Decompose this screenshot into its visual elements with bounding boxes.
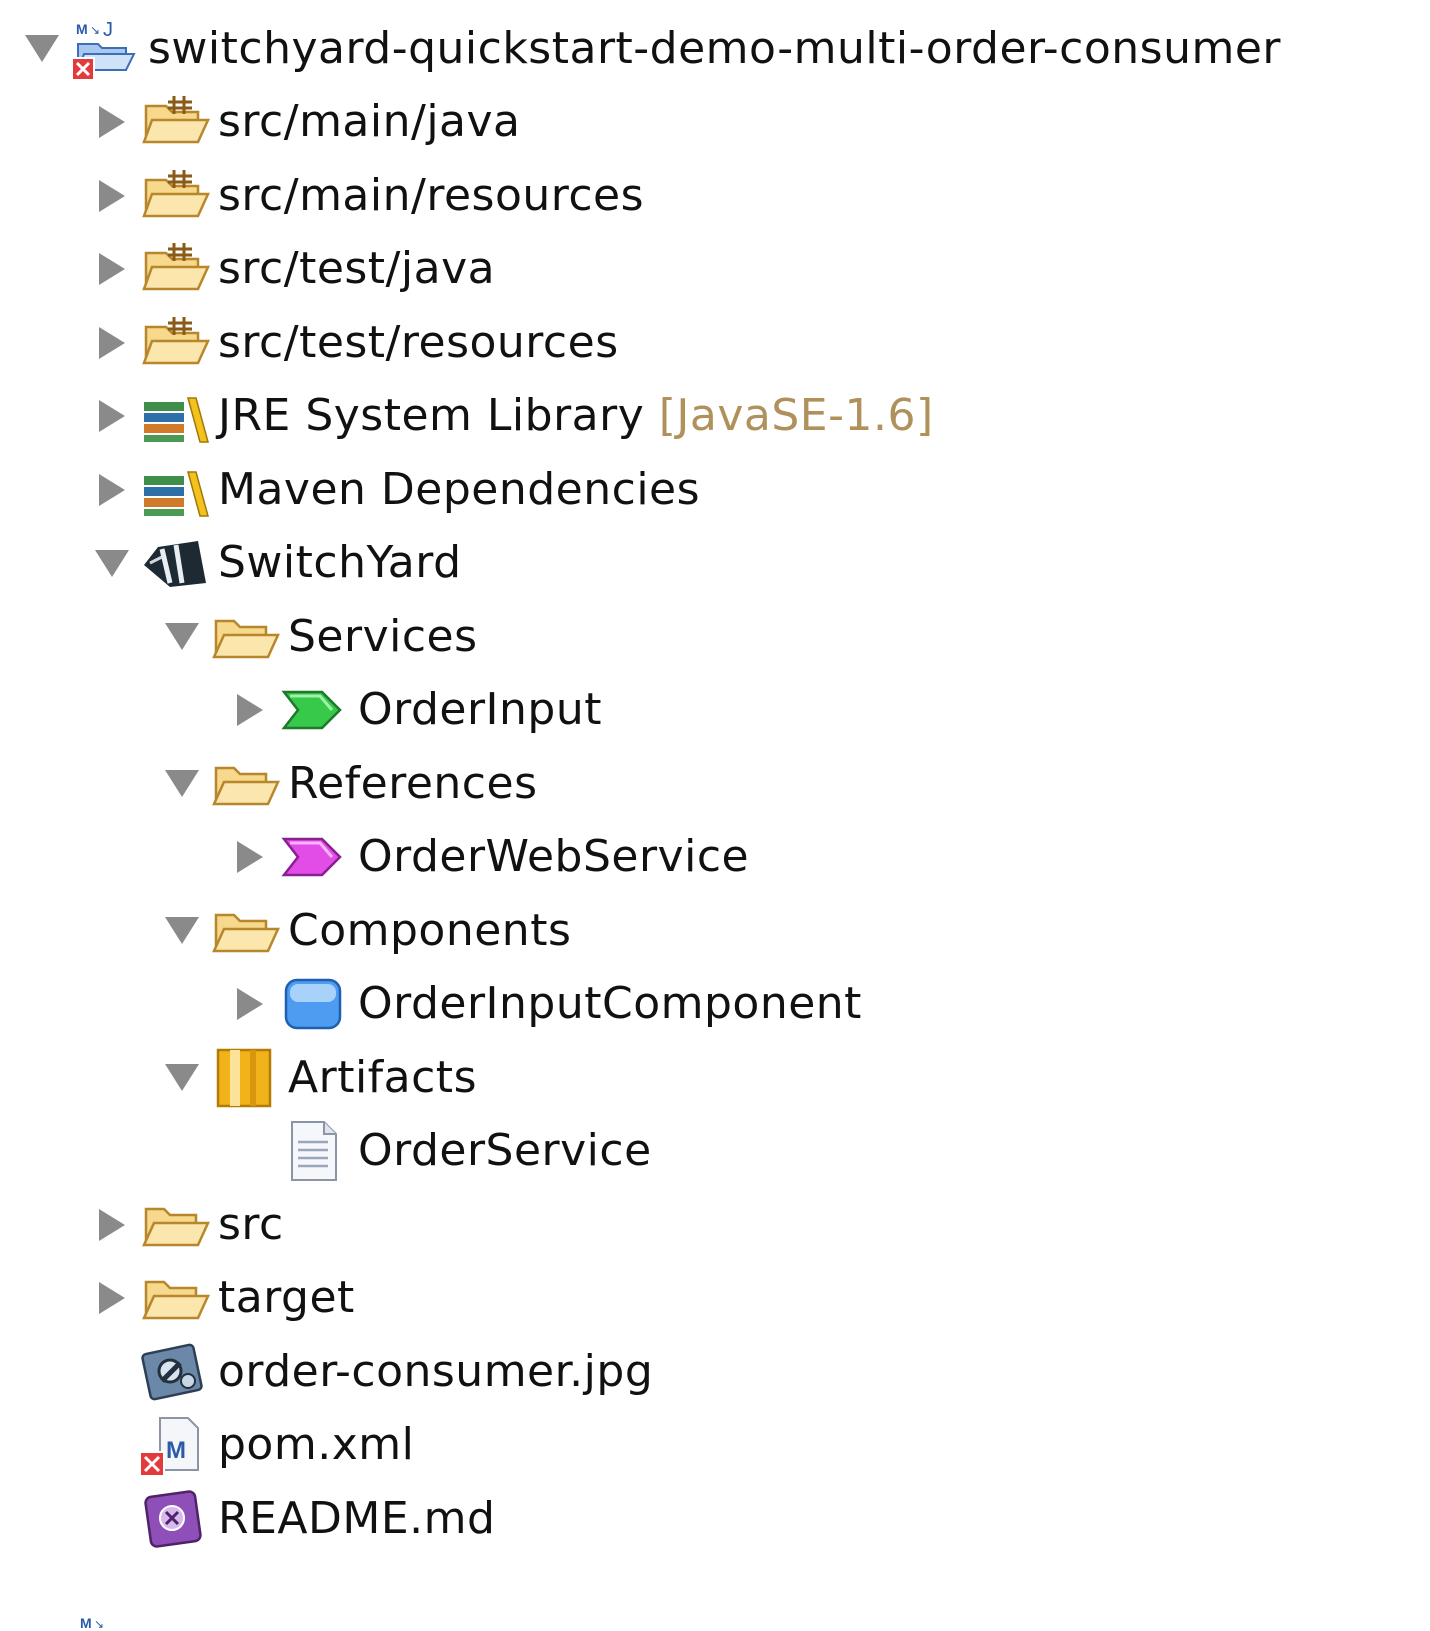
tree-item-label: pom.xml	[218, 1419, 415, 1471]
tree-row-orderinputcomponent[interactable]: OrderInputComponent	[0, 968, 1430, 1042]
tree-row-orderinput[interactable]: OrderInput	[0, 674, 1430, 748]
svg-text:M: M	[80, 1615, 92, 1631]
tree-item-label: OrderWebService	[358, 831, 750, 883]
svg-text:M: M	[166, 1437, 186, 1464]
expand-toggle[interactable]	[92, 1278, 132, 1318]
tree-row-artifacts[interactable]: Artifacts	[0, 1041, 1430, 1115]
expand-toggle[interactable]	[162, 1058, 202, 1098]
tree-item-label: Artifacts	[288, 1051, 477, 1103]
folder-icon	[140, 1268, 210, 1328]
tree-row-src-main-resources[interactable]: src/main/resources	[0, 159, 1430, 233]
tree-item-label: src/test/java	[218, 243, 496, 295]
package-folder-icon	[140, 166, 210, 226]
reference-icon	[278, 827, 348, 887]
tree-row-order-consumer-jpg[interactable]: order-consumer.jpg	[0, 1335, 1430, 1409]
expand-toggle[interactable]	[162, 764, 202, 804]
tree-row-src-main-java[interactable]: src/main/java	[0, 86, 1430, 160]
expand-toggle[interactable]	[230, 984, 270, 1024]
tree-item-label: Components	[288, 904, 572, 956]
tree-row-switchyard[interactable]: SwitchYard	[0, 527, 1430, 601]
switchyard-icon	[140, 533, 210, 593]
folder-icon	[210, 901, 280, 961]
tree-item-label: OrderInputComponent	[358, 978, 862, 1030]
tree-row-project[interactable]: M ↘ J switchyard-quickstart-demo-multi-o…	[0, 12, 1430, 86]
expand-toggle[interactable]	[162, 617, 202, 657]
tree-row-orderwebservice[interactable]: OrderWebService	[0, 821, 1430, 895]
package-folder-icon	[140, 239, 210, 299]
tree-row-jre-system-library[interactable]: JRE System Library [JavaSE-1.6]	[0, 380, 1430, 454]
tree-item-label: src/test/resources	[218, 316, 619, 368]
folder-icon	[210, 607, 280, 667]
maven-pom-error-icon: M	[140, 1415, 210, 1477]
tree-row-maven-dependencies[interactable]: Maven Dependencies	[0, 453, 1430, 527]
expand-toggle-project[interactable]	[22, 29, 62, 69]
tree-item-label: src	[218, 1198, 284, 1250]
partial-next-item-icon: M ↘	[78, 1612, 138, 1631]
expand-toggle[interactable]	[92, 176, 132, 216]
jre-version-decoration: [JavaSE-1.6]	[658, 390, 934, 442]
tree-item-label: OrderService	[358, 1125, 652, 1177]
project-explorer-tree: M ↘ J switchyard-quickstart-demo-multi-o…	[0, 12, 1430, 1556]
library-icon	[140, 460, 210, 520]
expand-toggle[interactable]	[162, 911, 202, 951]
tree-row-src-test-java[interactable]: src/test/java	[0, 233, 1430, 307]
expand-toggle[interactable]	[230, 837, 270, 877]
svg-text:↘: ↘	[90, 23, 100, 37]
markdown-file-icon	[140, 1489, 210, 1549]
tree-item-label: SwitchYard	[218, 537, 462, 589]
expand-toggle[interactable]	[92, 102, 132, 142]
tree-item-label: src/main/resources	[218, 169, 645, 221]
tree-row-src[interactable]: src	[0, 1188, 1430, 1262]
artifacts-icon	[210, 1048, 280, 1108]
tree-row-orderservice[interactable]: OrderService	[0, 1115, 1430, 1189]
expand-toggle[interactable]	[92, 543, 132, 583]
tree-row-readme-md[interactable]: README.md	[0, 1482, 1430, 1556]
svg-text:↘: ↘	[94, 1617, 104, 1631]
image-file-icon	[140, 1342, 210, 1402]
tree-item-label: References	[288, 757, 538, 809]
svg-text:M: M	[76, 21, 88, 37]
tree-item-label: Services	[288, 610, 478, 662]
expand-toggle[interactable]	[92, 396, 132, 436]
expand-toggle[interactable]	[230, 690, 270, 730]
tree-item-label: OrderInput	[358, 684, 602, 736]
tree-item-label: README.md	[218, 1492, 496, 1544]
component-icon	[278, 974, 348, 1034]
tree-row-services[interactable]: Services	[0, 600, 1430, 674]
library-icon	[140, 386, 210, 446]
package-folder-icon	[140, 313, 210, 373]
tree-row-target[interactable]: target	[0, 1262, 1430, 1336]
service-icon	[278, 680, 348, 740]
tree-item-label: src/main/java	[218, 96, 521, 148]
tree-row-references[interactable]: References	[0, 747, 1430, 821]
package-folder-icon	[140, 92, 210, 152]
tree-item-label: Maven Dependencies	[218, 463, 701, 515]
folder-icon	[140, 1195, 210, 1255]
expand-toggle[interactable]	[92, 470, 132, 510]
svg-text:J: J	[103, 19, 113, 41]
expand-toggle[interactable]	[92, 1205, 132, 1245]
library-name: JRE System Library	[218, 390, 645, 442]
tree-item-label: target	[218, 1272, 355, 1324]
expand-toggle[interactable]	[92, 249, 132, 289]
project-label: switchyard-quickstart-demo-multi-order-c…	[148, 22, 1281, 74]
document-icon	[278, 1121, 348, 1182]
maven-java-project-error-icon: M ↘ J	[68, 19, 138, 80]
tree-row-pom-xml[interactable]: M pom.xml	[0, 1409, 1430, 1483]
expand-toggle[interactable]	[92, 323, 132, 363]
tree-item-label: JRE System Library [JavaSE-1.6]	[218, 386, 934, 446]
folder-icon	[210, 754, 280, 814]
tree-row-src-test-resources[interactable]: src/test/resources	[0, 306, 1430, 380]
tree-item-label: order-consumer.jpg	[218, 1345, 654, 1397]
tree-row-components[interactable]: Components	[0, 894, 1430, 968]
